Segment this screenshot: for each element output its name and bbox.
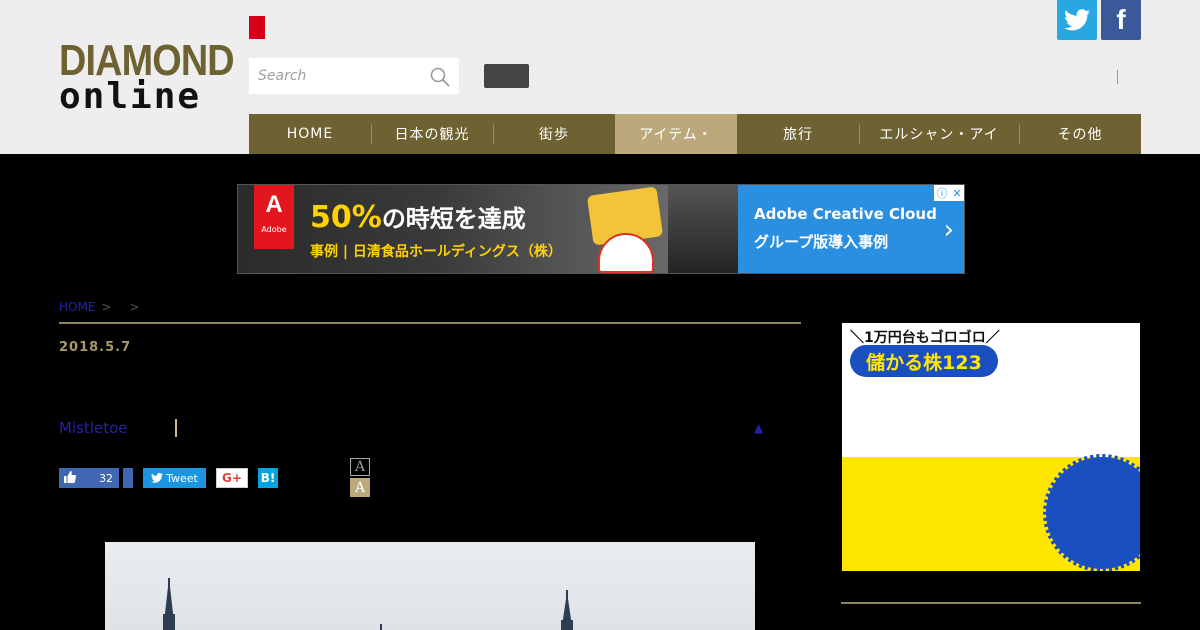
nav-item-items[interactable]: アイテム・ (615, 114, 737, 154)
tweet-label: Tweet (166, 471, 198, 485)
sidebar-divider (841, 602, 1141, 604)
ad-case-study: グループ版導入事例 (754, 233, 889, 251)
search-submit-button[interactable] (484, 64, 529, 88)
ad-headline-text: の時短を達成 (381, 205, 526, 233)
ad-screen-image (668, 185, 738, 273)
adobe-logo: A Adobe (254, 185, 294, 249)
facebook-like-button[interactable]: 32 (59, 468, 119, 488)
breadcrumb: HOME > > (59, 300, 152, 314)
ad-choices[interactable]: ⓘ ✕ (934, 185, 964, 201)
nav-item-travel[interactable]: 旅行 (737, 114, 859, 154)
ad-left-panel: A Adobe 50%の時短を達成 事例 | 日清食品ホールディングス（株） (238, 185, 738, 273)
spire-silhouette (163, 578, 573, 630)
adobe-logo-mark: A (265, 191, 283, 218)
chevron-right-icon: › (943, 215, 954, 245)
scroll-up-icon[interactable]: ▲ (754, 421, 763, 435)
nav-item-other[interactable]: その他 (1019, 114, 1141, 154)
nav-item-japan-sightseeing[interactable]: 日本の観光 (371, 114, 493, 154)
thumbs-up-icon (59, 470, 81, 486)
search-box (249, 58, 459, 94)
ad-headline: 50%の時短を達成 (310, 199, 526, 235)
nav-item-special[interactable]: エルシャン・アイ (859, 114, 1019, 154)
sidebar-ad-tagline: ＼1万円台もゴロゴロ／ (850, 330, 1000, 346)
breadcrumb-home[interactable]: HOME (59, 300, 95, 314)
author-separator (175, 419, 177, 437)
nav-item-city-walk[interactable]: 街歩 (493, 114, 615, 154)
font-size-small-button[interactable]: A (350, 458, 370, 476)
search-input[interactable] (249, 58, 419, 94)
adobe-logo-text: Adobe (261, 225, 287, 234)
content-divider (59, 322, 801, 324)
like-count: 32 (99, 471, 113, 485)
red-flag-mark (249, 16, 265, 39)
facebook-button[interactable]: f (1101, 0, 1141, 40)
logo-line-online: online (59, 76, 202, 117)
ad-headline-number: 50% (310, 200, 382, 235)
ad-product-name: Adobe Creative Cloud (754, 205, 937, 223)
ad-right-panel: Adobe Creative Cloud グループ版導入事例 › (738, 185, 964, 273)
twitter-icon (1064, 9, 1090, 31)
sidebar-ad[interactable]: ＼1万円台もゴロゴロ／ 儲かる株123 (842, 323, 1140, 571)
article-hero-photo (105, 542, 755, 630)
twitter-icon (151, 473, 164, 483)
header-separator (1117, 70, 1118, 84)
author-link[interactable]: Mistletoe (59, 419, 128, 437)
nav-item-home[interactable]: HOME (249, 114, 371, 154)
post-date: 2018.5.7 (59, 340, 132, 355)
breadcrumb-separator: > (129, 300, 140, 314)
close-icon[interactable]: ✕ (952, 187, 961, 200)
google-plus-button[interactable]: G+ (216, 468, 248, 488)
ad-subtitle: 事例 | 日清食品ホールディングス（株） (310, 244, 562, 260)
site-logo[interactable]: DIAMOND online (59, 36, 235, 117)
breadcrumb-separator: > (101, 300, 112, 314)
tweet-button[interactable]: Tweet (143, 468, 206, 488)
hatena-bookmark-button[interactable]: B! (258, 468, 278, 488)
font-size-large-button[interactable]: A (350, 478, 370, 497)
main-nav: HOME 日本の観光 街歩 アイテム・ 旅行 エルシャン・アイ その他 (249, 114, 1141, 154)
twitter-button[interactable] (1057, 0, 1097, 40)
facebook-share-button[interactable] (123, 468, 133, 488)
info-icon[interactable]: ⓘ (936, 185, 947, 201)
facebook-icon: f (1116, 4, 1126, 35)
logo-line-diamond: DIAMOND (59, 36, 235, 85)
search-icon[interactable] (429, 66, 451, 88)
top-ad-banner[interactable]: A Adobe 50%の時短を達成 事例 | 日清食品ホールディングス（株） A… (237, 184, 965, 274)
seal-badge-icon (1043, 454, 1140, 571)
sidebar-ad-title: 儲かる株123 (850, 345, 998, 377)
site-header: DIAMOND online f HOME 日本の観光 街歩 アイテム・ 旅行 … (0, 0, 1200, 154)
